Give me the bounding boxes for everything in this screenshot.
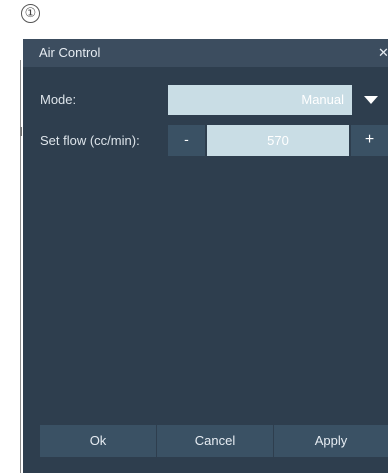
air-control-dialog: Air Control ✕ Mode: Manual Set flow (cc/… [23,39,388,473]
flow-label: Set flow (cc/min): [40,133,140,148]
mode-dropdown-button[interactable] [352,85,388,115]
dialog-button-bar: Ok Cancel Apply [40,425,388,457]
cancel-button[interactable]: Cancel [157,425,273,457]
mode-selected-value: Manual [301,92,344,107]
dialog-titlebar[interactable]: Air Control ✕ [23,39,388,67]
chevron-down-icon [364,96,378,104]
flow-input[interactable]: 570 [207,125,349,156]
ok-button[interactable]: Ok [40,425,156,457]
apply-button[interactable]: Apply [274,425,388,457]
mode-select[interactable]: Manual [168,85,388,115]
dialog-title: Air Control [39,45,101,60]
flow-decrement-button[interactable]: - [168,125,205,156]
step-number-badge: ① [21,4,40,23]
close-icon[interactable]: ✕ [378,39,388,67]
background-tick [20,127,22,136]
background-divider [20,60,21,473]
mode-label: Mode: [40,92,77,107]
flow-increment-button[interactable]: + [351,125,388,156]
